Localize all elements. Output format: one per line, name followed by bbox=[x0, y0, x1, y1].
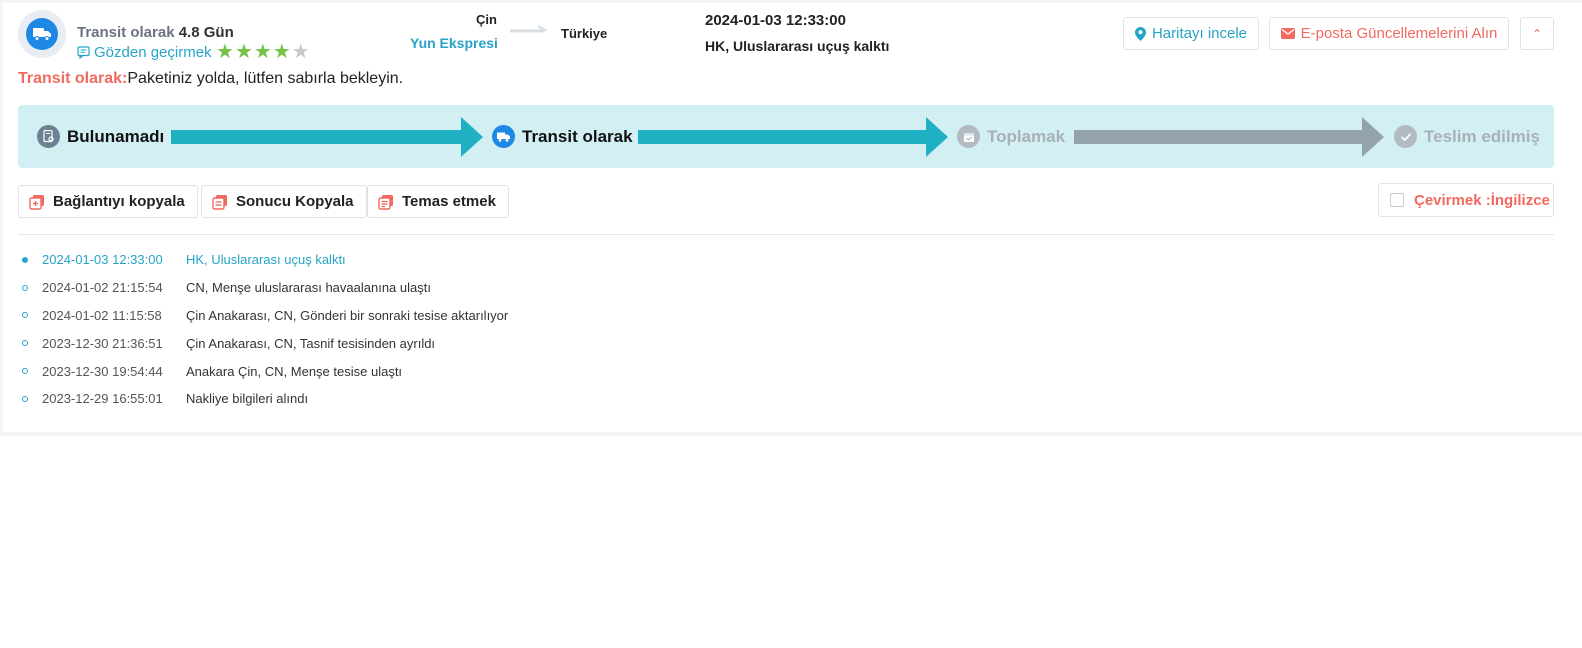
summary-text: Paketiniz yolda, lütfen sabırla bekleyin… bbox=[127, 70, 404, 87]
progress-arrow-2 bbox=[638, 117, 948, 157]
collapse-button[interactable]: ⌃ bbox=[1520, 17, 1554, 50]
step-in-transit: Transit olarak bbox=[492, 105, 633, 168]
timeline-event: 2023-12-29 16:55:01 Nakliye bilgileri al… bbox=[18, 385, 1018, 413]
contact-label: Temas etmek bbox=[402, 193, 496, 210]
event-time: 2023-12-29 16:55:01 bbox=[42, 391, 163, 407]
star-icon[interactable]: ★ bbox=[235, 41, 253, 63]
event-desc: CN, Menşe uluslararası havaalanına ulaşt… bbox=[186, 280, 431, 296]
step-delivered: Teslim edilmiş bbox=[1394, 105, 1540, 168]
event-desc: Anakara Çin, CN, Menşe tesise ulaştı bbox=[186, 363, 403, 379]
timeline-dot-icon bbox=[22, 284, 28, 291]
event-desc: HK, Uluslararası uçuş kalktı bbox=[186, 252, 346, 268]
rating-stars[interactable]: ★ ★ ★ ★ ★ bbox=[216, 41, 310, 63]
timeline-event: 2024-01-03 12:33:00 HK, Uluslararası uçu… bbox=[18, 246, 1018, 274]
mail-icon bbox=[1280, 28, 1295, 39]
star-icon[interactable]: ★ bbox=[292, 41, 310, 63]
event-time: 2024-01-02 21:15:54 bbox=[42, 280, 163, 296]
event-time: 2023-12-30 21:36:51 bbox=[42, 335, 163, 351]
chevron-up-icon: ⌃ bbox=[1531, 26, 1543, 41]
page-background bbox=[0, 436, 1582, 648]
divider bbox=[18, 234, 1554, 235]
carrier-name[interactable]: Yun Ekspresi bbox=[410, 35, 498, 51]
timeline-event: 2024-01-02 21:15:54 CN, Menşe uluslarara… bbox=[18, 274, 1018, 302]
truck-icon bbox=[492, 125, 515, 148]
calendar-icon bbox=[957, 125, 980, 148]
step-label: Toplamak bbox=[987, 126, 1066, 146]
email-updates-label: E-posta Güncellemelerini Alın bbox=[1300, 25, 1498, 42]
step-label: Transit olarak bbox=[522, 126, 633, 146]
progress-arrow-1 bbox=[171, 117, 483, 157]
days-value: 4.8 Gün bbox=[178, 24, 234, 41]
destination-country: Türkiye bbox=[561, 26, 608, 41]
event-time: 2024-01-02 11:15:58 bbox=[42, 307, 162, 323]
email-updates-button[interactable]: E-posta Güncellemelerini Alın bbox=[1269, 17, 1509, 50]
tracking-timeline: 2024-01-03 12:33:00 HK, Uluslararası uçu… bbox=[18, 246, 1018, 413]
timeline-event: 2023-12-30 19:54:44 Anakara Çin, CN, Men… bbox=[18, 357, 1018, 385]
copy-result-button[interactable]: Sonucu Kopyala bbox=[201, 185, 367, 218]
star-icon[interactable]: ★ bbox=[216, 41, 234, 63]
timeline-dot-icon bbox=[22, 395, 28, 402]
copy-result-label: Sonucu Kopyala bbox=[236, 193, 354, 210]
progress-arrow-3 bbox=[1074, 117, 1384, 157]
step-label: Bulunamadı bbox=[67, 126, 165, 146]
translate-checkbox[interactable] bbox=[1390, 193, 1404, 207]
timeline-dot-icon bbox=[22, 312, 28, 319]
event-desc: Çin Anakarası, CN, Gönderi bir sonraki t… bbox=[186, 307, 509, 323]
event-desc: Nakliye bilgileri alındı bbox=[186, 391, 309, 407]
location-pin-icon bbox=[1134, 26, 1146, 41]
contact-icon bbox=[378, 194, 393, 210]
copy-link-button[interactable]: Bağlantıyı kopyala bbox=[18, 185, 198, 218]
step-not-found: Bulunamadı bbox=[37, 105, 164, 168]
comment-icon bbox=[77, 46, 90, 59]
star-icon[interactable]: ★ bbox=[273, 41, 291, 63]
truck-icon bbox=[26, 18, 58, 50]
latest-event-time: 2024-01-03 12:33:00 bbox=[705, 12, 846, 29]
star-icon[interactable]: ★ bbox=[254, 41, 272, 63]
event-time: 2023-12-30 19:54:44 bbox=[42, 363, 163, 379]
latest-event-desc: HK, Uluslararası uçuş kalktı bbox=[705, 38, 890, 54]
step-label: Teslim edilmiş bbox=[1424, 126, 1540, 146]
summary-label: Transit olarak: bbox=[18, 70, 128, 87]
event-desc: Çin Anakarası, CN, Tasnif tesisinden ayr… bbox=[186, 335, 436, 351]
timeline-dot-icon bbox=[22, 368, 28, 375]
origin-country: Çin bbox=[476, 12, 497, 27]
timeline-dot-icon bbox=[22, 256, 28, 263]
timeline-event: 2023-12-30 21:36:51 Çin Anakarası, CN, T… bbox=[18, 329, 1018, 357]
review-link[interactable]: Gözden geçirmek bbox=[77, 44, 212, 61]
copy-link-label: Bağlantıyı kopyala bbox=[53, 193, 185, 210]
carrier-logo bbox=[18, 10, 66, 58]
step-pickup: Toplamak bbox=[957, 105, 1065, 168]
document-search-icon bbox=[37, 125, 60, 148]
progress-tracker: Bulunamadı Transit olarak Toplamak Tesli… bbox=[18, 105, 1554, 168]
translate-toggle[interactable]: Çevirmek :İngilizce bbox=[1378, 183, 1554, 217]
translate-label: Çevirmek :İngilizce bbox=[1414, 191, 1550, 209]
copy-result-icon bbox=[212, 194, 227, 210]
timeline-event: 2024-01-02 11:15:58 Çin Anakarası, CN, G… bbox=[18, 302, 1018, 330]
transit-days: Transit olarak 4.8 Gün bbox=[77, 24, 234, 41]
review-label: Gözden geçirmek bbox=[94, 44, 212, 61]
status-summary: Transit olarak:Paketiniz yolda, lütfen s… bbox=[18, 70, 403, 88]
status-label: Transit olarak bbox=[77, 24, 175, 41]
contact-button[interactable]: Temas etmek bbox=[367, 185, 509, 218]
event-time: 2024-01-03 12:33:00 bbox=[42, 252, 163, 268]
view-map-label: Haritayı incele bbox=[1151, 25, 1248, 42]
check-icon bbox=[1394, 125, 1417, 148]
view-map-button[interactable]: Haritayı incele bbox=[1123, 17, 1259, 50]
route-arrow-icon bbox=[510, 24, 547, 33]
copy-link-icon bbox=[29, 194, 44, 210]
timeline-dot-icon bbox=[22, 340, 28, 347]
